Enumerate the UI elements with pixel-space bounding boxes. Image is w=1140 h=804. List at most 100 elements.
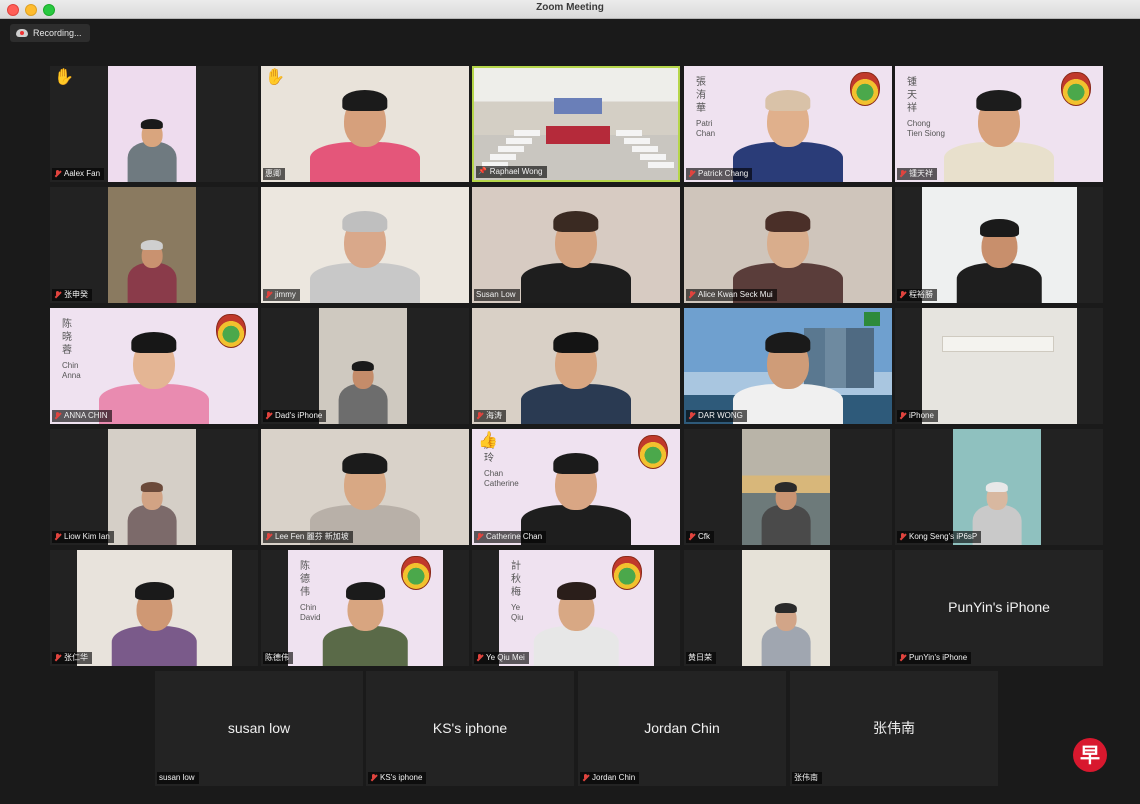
participant-tile[interactable]: DAR WONG [684,308,892,424]
name-sign-english: Patri [696,119,713,128]
participant-tile[interactable]: 📌 Raphael Wong [472,66,680,182]
participant-tile[interactable]: Kong Seng's iP6sP [895,429,1103,545]
participant-figure [733,193,843,303]
muted-mic-icon [582,774,589,782]
muted-mic-icon [54,291,61,299]
participant-video [261,187,469,303]
name-sign-english: Chin [300,603,317,612]
meeting-hall-table [490,154,516,160]
participant-display-name: KS's iphone [432,719,508,736]
participant-name-label: Dad's iPhone [263,410,327,422]
participant-video: 庆玲 Chan Catherine [472,429,680,545]
muted-mic-icon [265,291,272,299]
participant-tile[interactable]: Lee Fen 麗芬 新加坡 [261,429,469,545]
meeting-hall-table [616,130,642,136]
participant-tile[interactable]: Jordan Chin Jordan Chin [578,671,786,786]
meeting-hall-table [498,146,524,152]
participant-name: 张伟南 [794,773,818,782]
participant-figure [733,72,843,182]
name-sign-character: 陈 [300,561,310,572]
brand-logo-glyph: 早 [1080,743,1100,767]
participant-video [77,550,232,666]
participant-tile[interactable]: 张仁华 [50,550,258,666]
participant-tile[interactable]: jimmy [261,187,469,303]
name-sign-character: 祥 [907,103,917,114]
participant-video [742,550,830,666]
participant-figure [972,435,1022,545]
name-sign-english: Qiu [511,613,524,622]
participant-tile[interactable]: KS's iphone KS's iphone [366,671,574,786]
participant-tile[interactable]: 张伟南 张伟南 [790,671,998,786]
participant-tile[interactable]: susan low susan low [155,671,363,786]
muted-mic-icon [476,654,483,662]
meeting-hall-table [514,130,540,136]
muted-mic-icon [476,412,483,420]
participant-figure [99,314,209,424]
name-sign-character: 天 [907,90,917,101]
muted-mic-icon [54,533,61,541]
participant-figure [956,193,1043,303]
participant-tile[interactable]: 程裕勝 [895,187,1103,303]
recording-indicator[interactable]: Recording... [10,24,90,42]
participant-tile[interactable]: iPhone [895,308,1103,424]
participant-figure [310,193,420,303]
participant-tile[interactable]: 計秋梅 Ye Qiu Ye Qiu Mei [472,550,680,666]
participant-tile[interactable]: 锺天祥 Chong Tien Siong 锺天祥 [895,66,1103,182]
participant-video: 計秋梅 Ye Qiu [499,550,654,666]
participant-tile[interactable]: 陈晓蓉 Chin Anna ANNA CHIN [50,308,258,424]
participant-tile[interactable]: Dad's iPhone [261,308,469,424]
brand-logo: 早 [1073,738,1107,772]
participant-tile[interactable]: 黄日荣 [684,550,892,666]
participant-name: Aalex Fan [64,169,101,178]
participant-figure [733,314,843,424]
participant-video [108,187,196,303]
name-sign-english: David [300,613,321,622]
participant-tile[interactable]: Alice Kwan Seck Mui [684,187,892,303]
participant-tile[interactable]: 张申癸 [50,187,258,303]
meeting-hall-banner [554,98,602,114]
participant-name-label: Liow Kim Ian [52,531,114,543]
participant-name-label: 黄日荣 [686,652,716,664]
participant-figure [521,193,631,303]
name-sign-character: 蓉 [62,345,72,356]
name-sign-english: Chin [62,361,79,370]
participant-tile[interactable]: ✋ Aalex Fan [50,66,258,182]
meeting-hall-stage [546,126,610,144]
meeting-hall-table [624,138,650,144]
participant-figure [310,435,420,545]
participant-figure [521,314,631,424]
participant-tile[interactable]: 張洧華 Patri Chan Patrick Chang [684,66,892,182]
participant-tile[interactable]: PunYin's iPhone PunYin's iPhone [895,550,1103,666]
participant-tile[interactable]: Cfk [684,429,892,545]
pin-icon: 📌 [478,168,487,175]
participant-tile[interactable]: 陈德伟 Chin David 陈德伟 [261,550,469,666]
participant-figure [338,314,388,424]
participant-name: 陈德伟 [265,653,289,662]
participant-name: 锺天祥 [909,169,933,178]
participant-tile[interactable]: Liow Kim Ian [50,429,258,545]
participant-tile[interactable]: 庆玲 Chan Catherine 👍 Catherine Chan [472,429,680,545]
participant-tile[interactable]: Susan Low [472,187,680,303]
muted-mic-icon [899,170,906,178]
muted-mic-icon [688,170,695,178]
muted-mic-icon [899,412,906,420]
participant-name-label: Ye Qiu Mei [474,652,529,664]
name-sign-english: Tien Siong [907,129,945,138]
participant-tile[interactable]: 海涛 [472,308,680,424]
name-sign-character: 德 [300,574,310,585]
participant-name: 海涛 [486,411,502,420]
participant-display-name: susan low [227,719,291,736]
participant-name: iPhone [909,411,934,420]
thumbs-up-reaction-icon: 👍 [478,432,498,449]
participant-tile[interactable]: ✋ 惠卿 [261,66,469,182]
participant-name: jimmy [275,290,296,299]
participant-video [922,187,1077,303]
participant-name-label: KS's iphone [368,772,427,784]
name-sign-english: Chong [907,119,931,128]
participant-video [684,308,892,424]
participant-figure [521,435,631,545]
muted-mic-icon [899,533,906,541]
participant-video [684,187,892,303]
participant-name: DAR WONG [698,411,743,420]
participant-name-label: jimmy [263,289,300,301]
